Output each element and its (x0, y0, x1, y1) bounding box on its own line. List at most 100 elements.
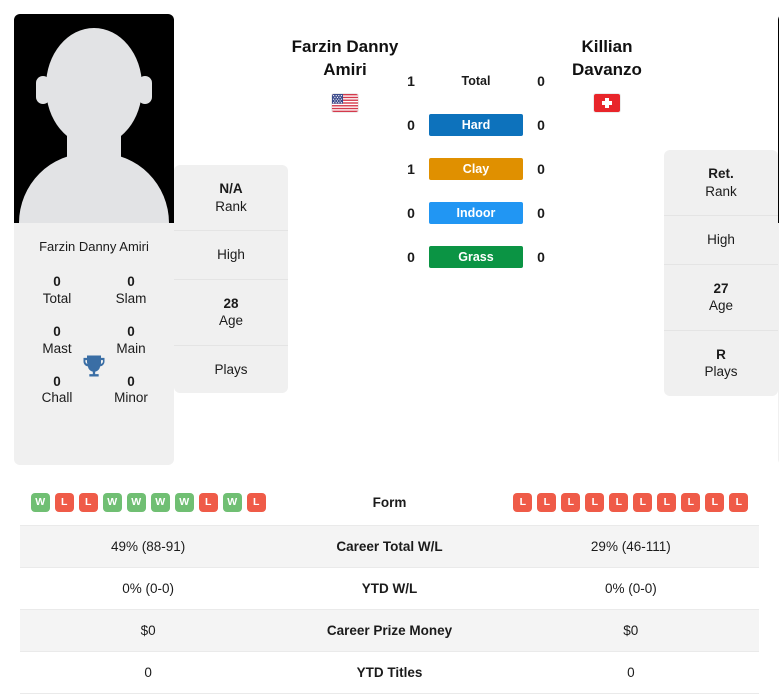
h2h-grass-left-score: 0 (407, 249, 415, 265)
form-badge-loss[interactable]: L (561, 493, 581, 512)
form-badge-loss[interactable]: L (729, 493, 749, 512)
h2h-row-clay: 1 Clay 0 (402, 158, 550, 180)
left-stat-rank-value: N/A (219, 181, 243, 196)
left-player-photo (14, 14, 174, 223)
left-player-name-column: Farzin Danny Amiri (288, 14, 402, 112)
ytd-titles-left: 0 (144, 665, 152, 680)
form-badge-win[interactable]: W (222, 493, 242, 512)
title-slam-value: 0 (127, 274, 135, 289)
h2h-hard-right-score: 0 (537, 117, 545, 133)
left-player-stats-column: N/A Rank High 28 Age Plays (174, 165, 288, 394)
right-stat-high: High (664, 216, 778, 265)
h2h-row-grass: 0 Grass 0 (402, 246, 550, 268)
form-badge-win[interactable]: W (150, 493, 170, 512)
table-row: 49% (88-91) Career Total W/L 29% (46-111… (20, 525, 759, 568)
ch-flag-icon (594, 93, 620, 112)
h2h-total-label: Total (461, 74, 491, 88)
avatar-silhouette-ear-right (138, 76, 152, 104)
career-wl-left: 49% (88-91) (111, 539, 186, 554)
title-main-value: 0 (127, 323, 135, 339)
ytd-wl-right: 0% (0-0) (604, 581, 657, 596)
form-badge-win[interactable]: W (102, 493, 122, 512)
stats-comparison-table: WLLWWWWLWL Form LLLLLLLLLL 49% (88-91) C… (20, 480, 759, 694)
right-stat-plays-label: Plays (704, 364, 738, 380)
form-badge-win[interactable]: W (126, 493, 146, 512)
h2h-row-total: 1 Total 0 (402, 70, 550, 92)
left-stat-plays: Plays (174, 346, 288, 394)
h2h-total-left-score: 1 (407, 73, 415, 89)
left-player-name-line1: Farzin Danny (291, 37, 399, 56)
right-stat-plays: R Plays (664, 331, 778, 396)
title-total-label: Total (42, 290, 72, 306)
right-player-stats-column: Ret. Rank High 27 Age R Plays (664, 150, 778, 396)
form-badge-loss[interactable]: L (198, 493, 218, 512)
left-stat-high: High (174, 231, 288, 280)
trophy-icon (83, 355, 105, 377)
title-slam: 0 Slam (94, 268, 168, 314)
career-wl-label: Career Total W/L (336, 539, 443, 554)
h2h-indoor-right-score: 0 (537, 205, 545, 221)
right-stat-high-label: High (707, 232, 735, 248)
h2h-row-hard: 0 Hard 0 (402, 114, 550, 136)
h2h-indoor-label[interactable]: Indoor (429, 202, 523, 224)
player-comparison-page: Farzin Danny Amiri 0 Total 0 Slam 0 Mast (0, 0, 779, 699)
left-stat-age-value: 28 (223, 295, 239, 311)
form-badge-loss[interactable]: L (609, 493, 629, 512)
form-badge-loss[interactable]: L (585, 493, 605, 512)
form-badge-loss[interactable]: L (537, 493, 557, 512)
right-player-name-block: Killian Davanzo (550, 14, 664, 112)
ytd-wl-label: YTD W/L (361, 581, 418, 596)
title-chall-label: Chall (41, 390, 73, 406)
right-stat-age-value: 27 (713, 280, 729, 296)
h2h-clay-left-score: 1 (407, 161, 415, 177)
title-minor-label: Minor (114, 390, 148, 406)
form-row-left-cell: WLLWWWWLWL (20, 480, 276, 526)
title-total-value: 0 (53, 274, 61, 289)
form-badge-win[interactable]: W (174, 493, 194, 512)
form-badge-loss[interactable]: L (705, 493, 725, 512)
left-player-photo-name: Farzin Danny Amiri (39, 239, 149, 254)
form-badge-win[interactable]: W (30, 493, 50, 512)
left-player-card[interactable]: Farzin Danny Amiri 0 Total 0 Slam 0 Mast (14, 14, 174, 465)
left-stat-high-label: High (217, 247, 245, 263)
left-player-name-line2: Amiri (323, 59, 367, 79)
table-row: 0 YTD Titles 0 (20, 652, 759, 694)
head-to-head-panel: 1 Total 0 0 Hard 0 1 Clay 0 0 Indoor 0 0 (402, 14, 550, 268)
table-row: $0 Career Prize Money $0 (20, 609, 759, 652)
right-stat-plays-value: R (716, 346, 726, 362)
h2h-grass-label[interactable]: Grass (429, 246, 523, 268)
right-player-name-line1: Killian (581, 37, 633, 56)
left-stat-plays-label: Plays (214, 361, 248, 377)
form-badge-loss[interactable]: L (246, 493, 266, 512)
left-stat-rank-label: Rank (215, 198, 247, 214)
form-badge-loss[interactable]: L (681, 493, 701, 512)
left-stat-age-label: Age (218, 313, 244, 329)
ytd-wl-left: 0% (0-0) (122, 581, 175, 596)
left-stat-rank: N/A Rank (174, 165, 288, 232)
form-badge-loss[interactable]: L (657, 493, 677, 512)
form-badge-loss[interactable]: L (633, 493, 653, 512)
form-badge-loss[interactable]: L (54, 493, 74, 512)
h2h-row-indoor: 0 Indoor 0 (402, 202, 550, 224)
h2h-grass-right-score: 0 (537, 249, 545, 265)
title-total: 0 Total (20, 268, 94, 314)
form-badge-loss[interactable]: L (78, 493, 98, 512)
comparison-header: Farzin Danny Amiri 0 Total 0 Slam 0 Mast (0, 0, 779, 466)
h2h-clay-label[interactable]: Clay (429, 158, 523, 180)
right-stat-age: 27 Age (664, 265, 778, 331)
left-form-badges: WLLWWWWLWL (24, 493, 272, 512)
h2h-total-right-score: 0 (537, 73, 545, 89)
right-form-badges: LLLLLLLLLL (507, 493, 755, 512)
ytd-titles-label: YTD Titles (356, 665, 423, 680)
us-flag-icon (332, 93, 358, 112)
prize-money-label: Career Prize Money (326, 623, 453, 638)
right-player-name-column: Killian Davanzo (550, 14, 664, 112)
prize-money-right: $0 (623, 623, 639, 638)
h2h-indoor-left-score: 0 (407, 205, 415, 221)
form-row-right-cell: LLLLLLLLLL (503, 480, 759, 526)
prize-money-left: $0 (140, 623, 156, 638)
h2h-hard-label[interactable]: Hard (429, 114, 523, 136)
ytd-titles-right: 0 (627, 665, 635, 680)
avatar-silhouette-shoulders (19, 153, 169, 223)
form-badge-loss[interactable]: L (513, 493, 533, 512)
